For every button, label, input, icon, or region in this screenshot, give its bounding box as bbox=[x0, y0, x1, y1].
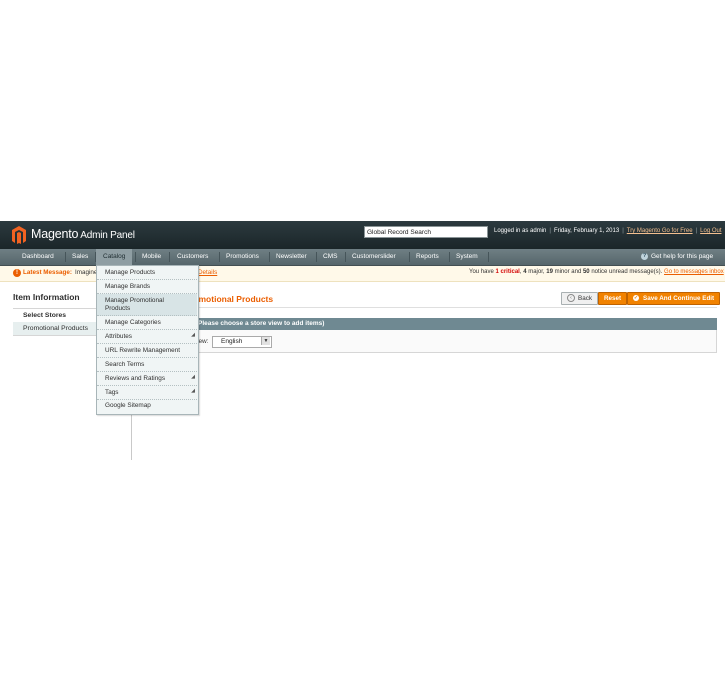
submenu-arrow-icon: ◢ bbox=[191, 388, 195, 394]
menu-item-attributes[interactable]: Attributes ◢ bbox=[97, 330, 197, 344]
menu-item-label: Attributes bbox=[105, 333, 132, 340]
nav-sales[interactable]: Sales bbox=[66, 249, 94, 265]
submenu-arrow-icon: ◢ bbox=[191, 374, 195, 380]
back-button[interactable]: ‹ Back bbox=[561, 292, 598, 305]
menu-item-google-sitemap[interactable]: Google Sitemap bbox=[97, 400, 197, 413]
try-magento-link[interactable]: Try Magento Go for Free bbox=[627, 228, 693, 234]
messages-inbox-link[interactable]: Go to messages inbox bbox=[664, 269, 724, 275]
nav-promotions[interactable]: Promotions bbox=[220, 249, 265, 265]
logo-subtitle: Admin Panel bbox=[80, 230, 135, 241]
nav-mobile[interactable]: Mobile bbox=[136, 249, 167, 265]
logged-in-text: Logged in as admin bbox=[494, 228, 547, 234]
major-count: 4 bbox=[523, 269, 527, 275]
reset-button[interactable]: Reset bbox=[598, 292, 628, 305]
tab-select-stores[interactable]: Select Stores bbox=[13, 308, 98, 323]
nav-customerslider[interactable]: Customerslider bbox=[346, 249, 402, 265]
check-icon: ✓ bbox=[633, 295, 639, 302]
menu-item-manage-categories[interactable]: Manage Categories bbox=[97, 316, 197, 330]
logout-link[interactable]: Log Out bbox=[700, 228, 721, 234]
menu-item-search-terms[interactable]: Search Terms bbox=[97, 358, 197, 372]
details-link[interactable]: Details bbox=[198, 269, 217, 276]
item-information-title: Item Information bbox=[13, 292, 80, 302]
menu-item-label: Google Sitemap bbox=[105, 402, 151, 409]
tab-promotional-products[interactable]: Promotional Products bbox=[13, 322, 98, 336]
nav-reports[interactable]: Reports bbox=[410, 249, 445, 265]
notice-count: 50 bbox=[582, 269, 590, 275]
help-link[interactable]: ? Get help for this page bbox=[641, 249, 713, 265]
help-icon: ? bbox=[641, 252, 648, 260]
nav-separator bbox=[169, 252, 170, 262]
menu-item-url-rewrite[interactable]: URL Rewrite Management bbox=[97, 344, 197, 358]
logo-text[interactable]: Magento Admin Panel bbox=[31, 227, 135, 241]
tab-label: Select Stores bbox=[23, 312, 67, 319]
summary-prefix: You have bbox=[469, 269, 494, 275]
menu-item-label: Tags bbox=[105, 389, 119, 396]
minor-count: 19 bbox=[546, 269, 553, 275]
page-title: romotional Products bbox=[190, 294, 274, 304]
menu-item-label: Manage Promotional bbox=[105, 297, 164, 304]
critical-count: 1 bbox=[495, 269, 499, 275]
latest-message-text: Imagine bbox=[75, 269, 98, 276]
nav-customers[interactable]: Customers bbox=[171, 249, 214, 265]
separator: | bbox=[695, 228, 698, 234]
critical-label: critical bbox=[500, 269, 520, 275]
save-and-continue-button[interactable]: ✓ Save And Continue Edit bbox=[627, 292, 721, 305]
logo-name: Magento bbox=[31, 227, 79, 241]
menu-item-label: Products bbox=[105, 305, 131, 312]
menu-item-manage-promotional-products[interactable]: Manage Promotional Products bbox=[97, 294, 197, 316]
menu-item-tags[interactable]: Tags ◢ bbox=[97, 386, 197, 400]
chevron-down-icon[interactable]: ▼ bbox=[261, 337, 270, 345]
menu-item-label: Manage Categories bbox=[105, 319, 161, 326]
menu-item-label: Manage Products bbox=[105, 269, 156, 276]
back-label: Back bbox=[578, 295, 592, 302]
fieldset-legend: Please choose a store view to add items) bbox=[198, 320, 325, 327]
store-view-value: English bbox=[221, 338, 243, 345]
menu-item-label: URL Rewrite Management bbox=[105, 347, 181, 354]
menu-item-label: Manage Brands bbox=[105, 283, 151, 290]
back-arrow-icon: ‹ bbox=[567, 294, 575, 303]
menu-item-reviews-ratings[interactable]: Reviews and Ratings ◢ bbox=[97, 372, 197, 386]
nav-separator bbox=[488, 252, 489, 262]
nav-system[interactable]: System bbox=[450, 249, 484, 265]
date-text: Friday, February 1, 2013 bbox=[553, 228, 620, 234]
help-label: Get help for this page bbox=[651, 253, 714, 260]
nav-catalog[interactable]: Catalog bbox=[96, 249, 133, 265]
menu-item-manage-brands[interactable]: Manage Brands bbox=[97, 280, 197, 294]
separator: | bbox=[622, 228, 624, 234]
magento-logo-icon bbox=[12, 226, 26, 244]
minor-label: minor and bbox=[554, 269, 582, 275]
user-info: Logged in as admin | Friday, February 1, 2… bbox=[494, 228, 722, 234]
menu-item-label: Search Terms bbox=[105, 361, 145, 368]
nav-cms[interactable]: CMS bbox=[317, 249, 343, 265]
latest-message-label: Latest Message: bbox=[23, 269, 72, 276]
submenu-arrow-icon: ◢ bbox=[191, 332, 195, 338]
title-divider bbox=[190, 307, 717, 308]
nav-newsletter[interactable]: Newsletter bbox=[270, 249, 313, 265]
menu-item-label: Reviews and Ratings bbox=[105, 375, 166, 382]
tab-label: Promotional Products bbox=[23, 325, 88, 332]
notice-label: notice unread message(s). bbox=[591, 269, 663, 275]
separator: | bbox=[549, 228, 551, 234]
alert-icon: ! bbox=[13, 269, 21, 277]
unread-messages-summary: You have 1 critical, 4 major, 19 minor a… bbox=[469, 269, 724, 275]
divider-line bbox=[131, 413, 132, 460]
save-label: Save And Continue Edit bbox=[643, 295, 715, 302]
nav-dashboard[interactable]: Dashboard bbox=[16, 249, 60, 265]
major-label: major, bbox=[528, 269, 545, 275]
global-search-input[interactable] bbox=[364, 226, 488, 238]
menu-item-manage-products[interactable]: Manage Products bbox=[97, 266, 197, 280]
